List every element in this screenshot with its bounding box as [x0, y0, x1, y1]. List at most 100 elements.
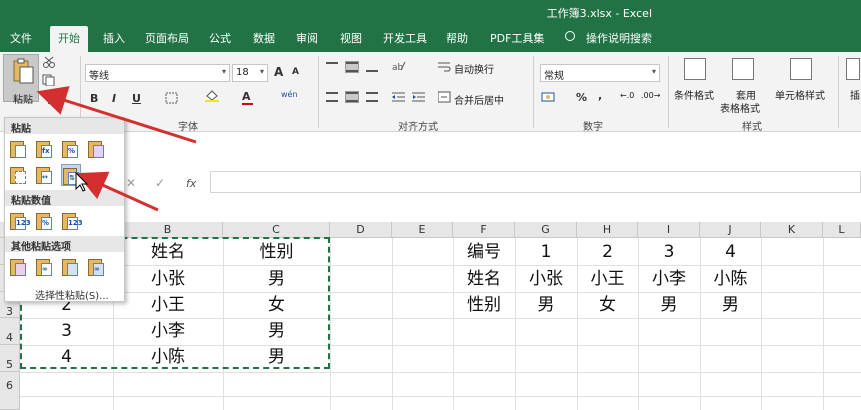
paste-no-borders-icon[interactable] — [9, 164, 29, 186]
align-bottom-icon[interactable] — [366, 68, 378, 72]
styles-group-label: 样式 — [742, 122, 762, 133]
increase-indent-icon[interactable] — [412, 91, 426, 103]
paste-formulas-icon[interactable]: fx — [35, 138, 55, 160]
tab-data[interactable]: 数据 — [253, 30, 275, 46]
increase-decimal-button[interactable]: ←.0 — [620, 91, 634, 100]
tab-help[interactable]: 帮助 — [446, 30, 468, 46]
font-name-select[interactable]: 等线 ▾ — [85, 64, 230, 82]
font-name-value: 等线 — [89, 71, 109, 82]
paste-keep-column-widths-icon[interactable]: ↔ — [35, 164, 55, 186]
orientation-icon[interactable]: ab — [392, 60, 406, 72]
wrap-text-button[interactable]: 自动换行 — [454, 61, 494, 76]
row-header[interactable]: 4 — [0, 318, 20, 345]
paste-values-icon[interactable]: 123 — [9, 210, 31, 232]
align-middle-icon[interactable] — [345, 61, 359, 73]
decrease-decimal-button[interactable]: .00→ — [641, 91, 660, 100]
cell-style-icon — [790, 58, 812, 80]
accounting-format-icon[interactable] — [541, 91, 555, 103]
column-header[interactable]: L — [823, 222, 861, 238]
align-top-icon[interactable] — [326, 62, 338, 66]
cut-icon[interactable] — [42, 56, 56, 68]
number-group-label: 数字 — [583, 122, 603, 133]
cell-I2: 小李 — [652, 269, 686, 289]
cell-F2: 姓名 — [467, 269, 501, 289]
paste-picture-icon[interactable] — [61, 256, 81, 278]
column-header[interactable]: F — [453, 222, 515, 238]
paste-linked-picture-icon[interactable]: ∞ — [87, 256, 107, 278]
format-painter-icon[interactable] — [42, 92, 56, 104]
italic-button[interactable]: I — [112, 92, 116, 105]
merge-center-icon[interactable] — [438, 91, 452, 103]
column-header[interactable]: J — [700, 222, 761, 238]
other-paste-section-header: 其他粘贴选项 — [5, 236, 124, 253]
paste-options-menu: 粘贴 fx % ↔ ⇅ 粘贴数值 123 % 123 其他粘贴选项 ∞ ∞ 选择… — [4, 117, 125, 302]
shrink-font-button[interactable]: A — [292, 67, 299, 77]
font-size-select[interactable]: 18 ▾ — [232, 64, 268, 82]
cell-H3: 女 — [599, 295, 616, 315]
tab-insert[interactable]: 插入 — [103, 30, 125, 46]
cell-F3: 性别 — [467, 295, 501, 315]
row-header[interactable]: 5 — [0, 345, 20, 372]
tab-page-layout[interactable]: 页面布局 — [145, 30, 189, 46]
paste-button[interactable]: 粘贴 — [3, 54, 39, 106]
font-color-button[interactable]: A — [242, 90, 253, 105]
column-header[interactable]: K — [761, 222, 823, 238]
tab-home[interactable]: 开始 — [50, 26, 88, 52]
enter-icon[interactable]: ✓ — [155, 176, 165, 190]
paste-values-source-format-icon[interactable]: 123 — [61, 210, 83, 232]
grid-line — [761, 238, 762, 410]
tell-me-search[interactable]: 操作说明搜索 — [586, 30, 652, 46]
tab-pdf-tools[interactable]: PDF工具集 — [490, 30, 544, 46]
cell-J3: 男 — [722, 295, 739, 315]
paste-icon[interactable] — [9, 138, 29, 160]
number-format-select[interactable]: 常规 ▾ — [540, 64, 660, 82]
comma-button[interactable]: , — [598, 89, 602, 102]
align-center-icon[interactable] — [345, 91, 359, 103]
copy-icon[interactable] — [42, 74, 56, 86]
fill-color-icon[interactable] — [205, 90, 219, 102]
paste-values-number-format-icon[interactable]: % — [35, 210, 55, 232]
paste-special-link[interactable]: 选择性粘贴(S)... — [35, 287, 109, 302]
paste-label: 粘贴 — [13, 95, 33, 106]
cancel-icon[interactable]: ✕ — [126, 176, 136, 190]
paste-transpose-icon[interactable]: ⇅ — [61, 164, 81, 186]
font-size-value: 18 — [236, 67, 249, 78]
row-header[interactable]: 6 — [0, 372, 20, 410]
ribbon-tabs: 文件 开始 插入 页面布局 公式 数据 审阅 视图 开发工具 帮助 PDF工具集… — [0, 24, 861, 52]
bold-button[interactable]: B — [90, 92, 98, 105]
table-format-label-2[interactable]: 表格格式 — [720, 100, 760, 115]
paste-keep-source-format-icon[interactable] — [87, 138, 107, 160]
tab-file[interactable]: 文件 — [10, 30, 32, 46]
column-header[interactable]: B — [113, 222, 223, 238]
tab-developer[interactable]: 开发工具 — [383, 30, 427, 46]
column-header[interactable]: D — [330, 222, 392, 238]
paste-formulas-number-format-icon[interactable]: % — [61, 138, 81, 160]
column-header[interactable]: C — [223, 222, 330, 238]
paste-formatting-icon[interactable] — [9, 256, 29, 278]
formula-input[interactable] — [210, 171, 861, 193]
group-separator — [318, 56, 319, 128]
column-header[interactable]: I — [638, 222, 700, 238]
percent-button[interactable]: % — [576, 91, 587, 104]
insert-function-icon[interactable]: fx — [186, 177, 196, 190]
tab-formulas[interactable]: 公式 — [209, 30, 231, 46]
tab-view[interactable]: 视图 — [340, 30, 362, 46]
column-header[interactable]: G — [515, 222, 577, 238]
paste-link-icon[interactable]: ∞ — [35, 256, 55, 278]
align-left-icon[interactable] — [326, 92, 338, 102]
wrap-text-icon[interactable] — [438, 60, 452, 72]
borders-icon[interactable] — [165, 92, 179, 104]
column-header[interactable]: E — [392, 222, 453, 238]
cell-style-button[interactable]: 单元格样式 — [775, 87, 825, 102]
decrease-indent-icon[interactable] — [392, 91, 406, 103]
phonetic-guide-button[interactable]: wén — [281, 90, 298, 99]
underline-button[interactable]: U — [132, 92, 141, 105]
merge-center-button[interactable]: 合并后居中 — [454, 92, 504, 107]
conditional-format-button[interactable]: 条件格式 — [674, 87, 714, 102]
grow-font-button[interactable]: A — [274, 65, 283, 79]
column-header[interactable]: H — [577, 222, 638, 238]
tab-review[interactable]: 审阅 — [296, 30, 318, 46]
group-separator — [838, 56, 839, 128]
align-right-icon[interactable] — [366, 92, 378, 102]
insert-button[interactable]: 插 — [850, 87, 860, 102]
